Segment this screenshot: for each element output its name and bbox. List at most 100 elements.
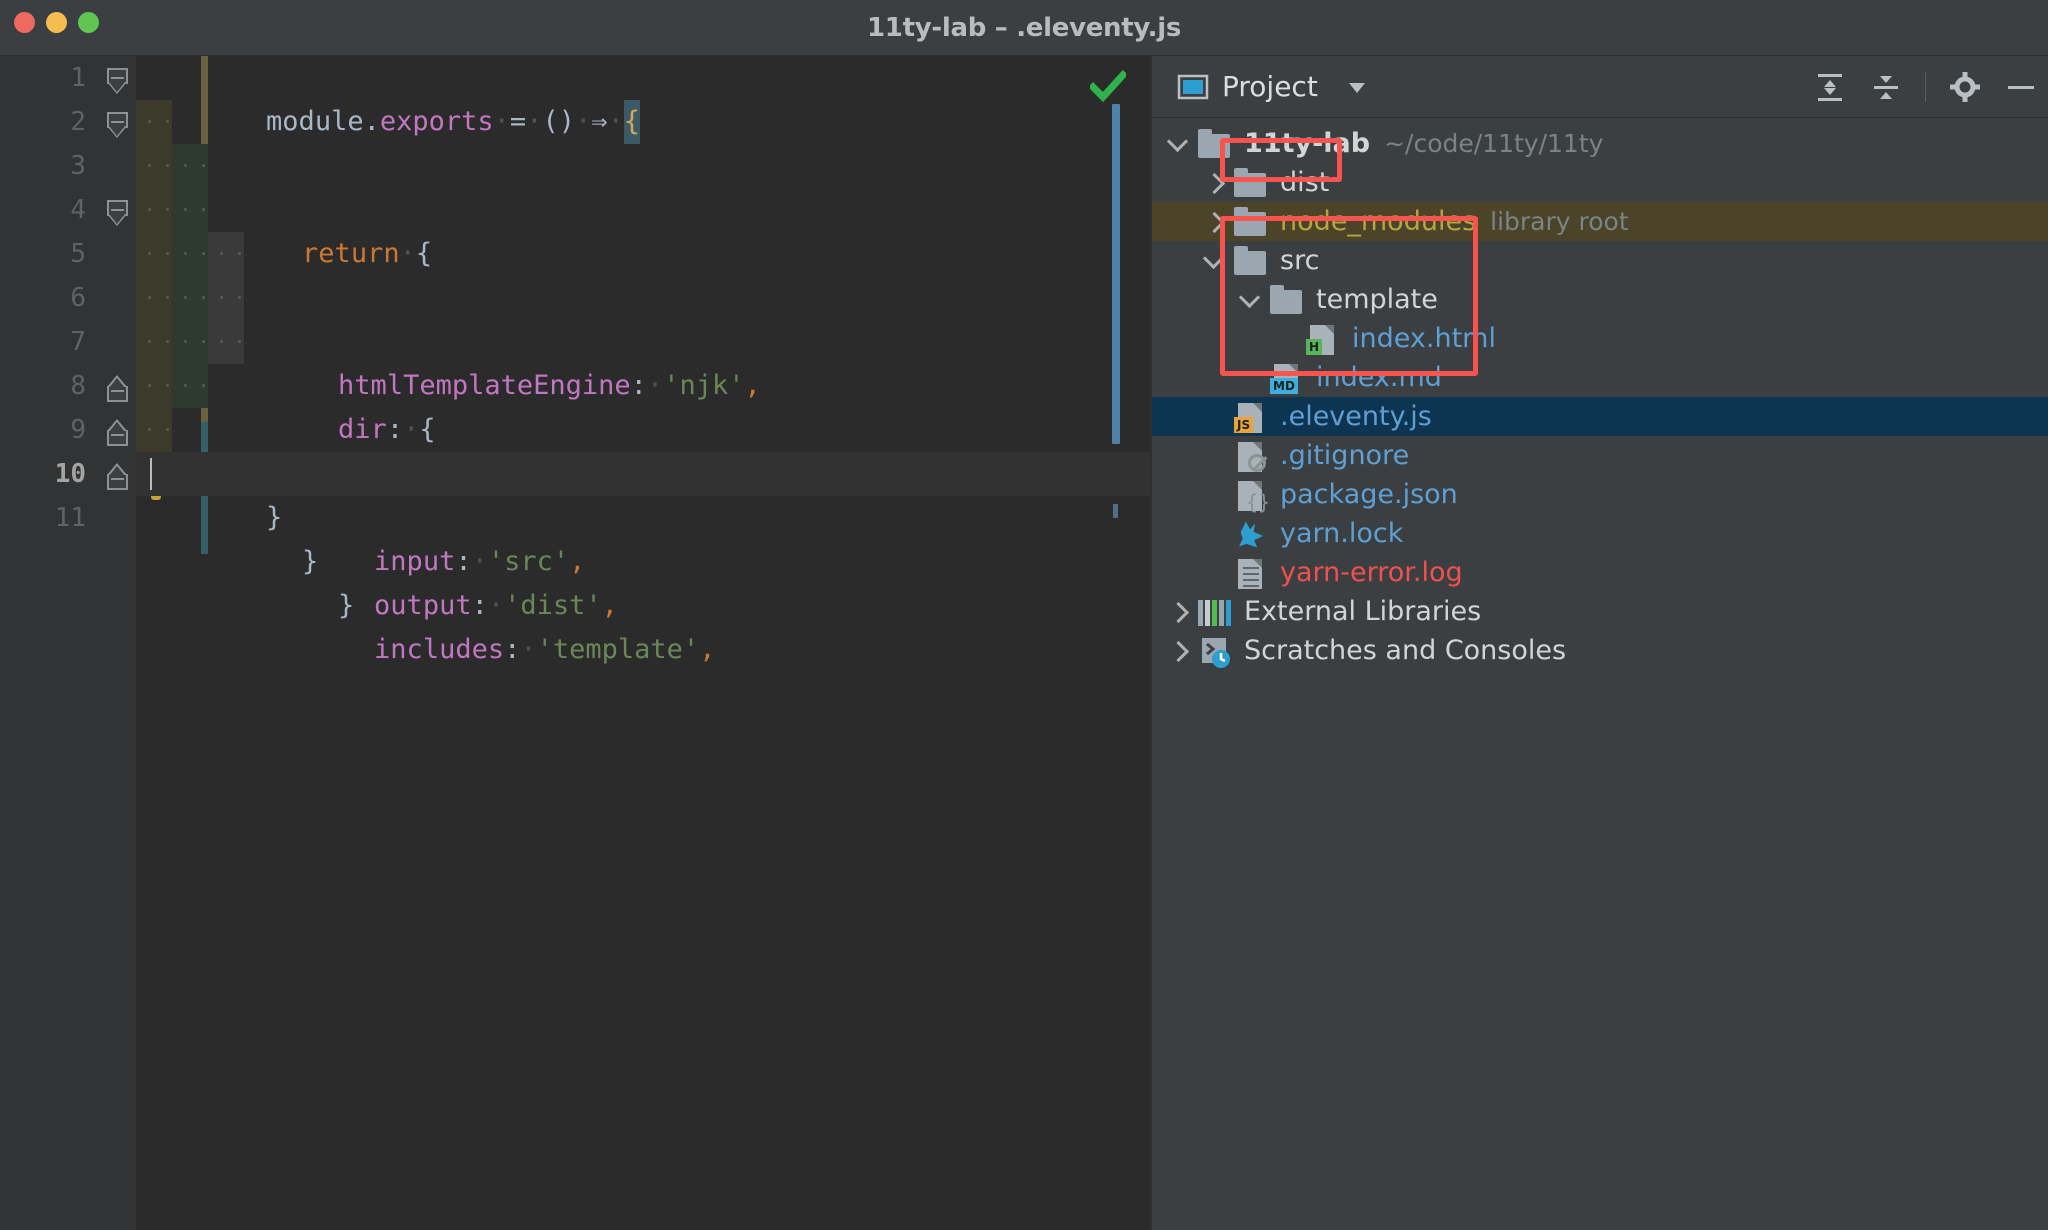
- fold-marker-column[interactable]: [100, 56, 208, 1230]
- tree-item-src[interactable]: src: [1152, 241, 2048, 280]
- fold-marker-line2[interactable]: [107, 112, 128, 138]
- line-number: 9: [70, 415, 86, 445]
- fold-marker-line1[interactable]: [107, 68, 128, 94]
- tree-item-label: yarn.lock: [1280, 518, 1404, 549]
- code-line-4: dir:·{: [136, 188, 1150, 445]
- tree-item-template[interactable]: template: [1152, 280, 2048, 319]
- token-brace-open-2: {: [415, 238, 433, 269]
- fold-marker-line9[interactable]: [107, 419, 128, 446]
- project-tree[interactable]: 11ty-lab ~/code/11ty/11ty dist node_modu…: [1152, 118, 2048, 670]
- chevron-down-icon[interactable]: [1164, 129, 1194, 159]
- text-caret: [150, 458, 152, 490]
- code-line-5: input:·'src',: [136, 232, 1150, 577]
- tree-item-label: Scratches and Consoles: [1244, 635, 1567, 666]
- tree-item-label: .eleventy.js: [1280, 401, 1432, 432]
- chevron-down-icon[interactable]: [1236, 285, 1266, 315]
- code-surface[interactable]: module.exports·=·()·⇒·{ return·{ htmlTem…: [136, 56, 1150, 1230]
- line-number: 1: [70, 63, 86, 93]
- tree-item-label: External Libraries: [1244, 596, 1482, 627]
- token-njk: 'njk': [663, 370, 745, 401]
- javascript-file-icon: JS: [1234, 401, 1270, 433]
- code-line-6: output:·'dist',: [136, 276, 1150, 621]
- gear-icon[interactable]: [1948, 70, 1982, 104]
- tree-item-label: .gitignore: [1280, 440, 1410, 471]
- token-module: module: [266, 106, 364, 137]
- chevron-right-icon[interactable]: [1200, 207, 1230, 237]
- line-number: 6: [70, 283, 86, 313]
- tree-item-external-libraries[interactable]: External Libraries: [1152, 592, 2048, 631]
- code-line-7: includes:·'template',: [136, 320, 1150, 665]
- chevron-down-icon[interactable]: [1200, 246, 1230, 276]
- token-colon-4: :: [386, 414, 404, 445]
- chevron-right-icon[interactable]: [1164, 597, 1194, 627]
- token-output: output: [374, 590, 472, 621]
- tree-item-gitignore[interactable]: .gitignore: [1152, 436, 2048, 475]
- line-number: 8: [70, 371, 86, 401]
- folder-icon: [1270, 284, 1306, 316]
- token-equals: =: [509, 106, 527, 137]
- editor-gutter[interactable]: 1 2 3 4 5 6 7 8 9 10 11: [0, 56, 100, 1230]
- token-brace-close-8: }: [338, 590, 355, 621]
- markdown-file-icon: MD: [1270, 362, 1306, 394]
- token-colon-5: :: [455, 546, 472, 577]
- tree-item-yarn-lock[interactable]: yarn.lock: [1152, 514, 2048, 553]
- tree-item-eleventy-js[interactable]: JS .eleventy.js: [1152, 397, 2048, 436]
- code-line-10: }: [136, 452, 1150, 533]
- window-title-bar: 11ty-lab – .eleventy.js: [0, 0, 2048, 56]
- line-number: 2: [70, 107, 86, 137]
- project-toolbar: [1813, 56, 2048, 118]
- yarn-file-icon: [1234, 518, 1270, 550]
- gitignore-file-icon: [1234, 440, 1270, 472]
- token-brace-close-9: }: [302, 546, 319, 577]
- log-file-icon: [1234, 557, 1270, 589]
- project-window-icon: [1176, 70, 1210, 104]
- html-file-icon: H: [1306, 323, 1342, 355]
- token-dot: .: [363, 106, 380, 137]
- token-src-string: 'src': [487, 546, 570, 577]
- tree-item-label: template: [1316, 284, 1438, 315]
- tree-item-label: index.html: [1352, 323, 1496, 354]
- token-includes: includes: [374, 634, 505, 665]
- token-comma-5: ,: [569, 546, 586, 577]
- token-template-string: 'template': [536, 634, 700, 665]
- minimize-icon[interactable]: [2004, 70, 2038, 104]
- tree-item-package-json[interactable]: {} package.json: [1152, 475, 2048, 514]
- tree-item-root[interactable]: 11ty-lab ~/code/11ty/11ty: [1152, 124, 2048, 163]
- tree-item-scratches-and-consoles[interactable]: Scratches and Consoles: [1152, 631, 2048, 670]
- tree-item-index-html[interactable]: H index.html: [1152, 319, 2048, 358]
- collapse-all-icon[interactable]: [1869, 70, 1903, 104]
- token-colon-7: :: [504, 634, 521, 665]
- fold-marker-line8[interactable]: [107, 375, 128, 402]
- line-number: 7: [70, 327, 86, 357]
- json-file-icon: {}: [1234, 479, 1270, 512]
- tree-item-label: package.json: [1280, 479, 1458, 510]
- fold-marker-line4[interactable]: [107, 200, 128, 226]
- code-editor[interactable]: 1 2 3 4 5 6 7 8 9 10 11 module.exports·=…: [0, 56, 1150, 1230]
- line-number: 5: [70, 239, 86, 269]
- tree-item-index-md[interactable]: MD index.md: [1152, 358, 2048, 397]
- tree-item-label: node_modules: [1280, 206, 1477, 237]
- token-parens: (): [542, 106, 575, 137]
- tree-item-tag: library root: [1490, 207, 1629, 236]
- chevron-right-icon[interactable]: [1164, 636, 1194, 666]
- line-number-current: 10: [54, 459, 86, 489]
- chevron-right-icon[interactable]: [1200, 168, 1230, 198]
- project-panel-header: Project: [1152, 56, 2048, 118]
- fold-marker-line10[interactable]: [107, 463, 128, 490]
- code-line-9: }: [136, 408, 1150, 577]
- project-panel-title: Project: [1222, 70, 1318, 103]
- tree-item-node-modules[interactable]: node_modules library root: [1152, 202, 2048, 241]
- token-colon-6: :: [471, 590, 488, 621]
- token-colon-3: :: [630, 370, 647, 401]
- tree-item-dist[interactable]: dist: [1152, 163, 2048, 202]
- folder-icon: [1234, 245, 1270, 277]
- expand-all-icon[interactable]: [1813, 70, 1847, 104]
- line-number: 11: [54, 503, 86, 533]
- tree-item-yarn-error-log[interactable]: yarn-error.log: [1152, 553, 2048, 592]
- token-exports: exports: [379, 106, 494, 137]
- chevron-down-icon[interactable]: [1340, 70, 1374, 104]
- scratches-icon: [1198, 635, 1234, 668]
- folder-icon: [1234, 206, 1270, 238]
- token-comma-3: ,: [744, 370, 761, 401]
